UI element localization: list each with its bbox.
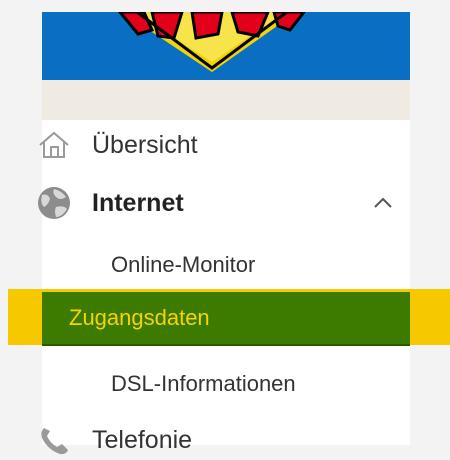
- logo-header: [42, 12, 410, 80]
- sidebar: Übersicht Internet Online-Monitor DSL-In…: [38, 12, 410, 455]
- nav-item-internet-label: Internet: [92, 188, 184, 217]
- sub-item-online-monitor-label: Online-Monitor: [111, 252, 256, 277]
- sub-item-dsl-information-label: DSL-Informationen: [111, 371, 296, 396]
- sub-item-dsl-information[interactable]: DSL-Informationen: [42, 364, 410, 404]
- globe-icon: [38, 187, 70, 219]
- phone-icon: [41, 428, 68, 455]
- sub-item-online-monitor[interactable]: Online-Monitor: [42, 245, 410, 285]
- nav-item-telephony[interactable]: Telefonie: [41, 420, 410, 460]
- brand-logo: [118, 12, 306, 72]
- home-icon: [39, 131, 69, 158]
- nav-item-internet[interactable]: Internet: [38, 183, 410, 223]
- nav-item-overview[interactable]: Übersicht: [39, 125, 410, 165]
- sub-item-access-data-label: Zugangsdaten: [69, 305, 210, 330]
- nav-item-overview-label: Übersicht: [92, 130, 198, 159]
- header-spacer: [42, 80, 410, 120]
- chevron-up-icon[interactable]: [372, 192, 394, 214]
- nav-item-telephony-label: Telefonie: [92, 425, 193, 454]
- sub-item-access-data[interactable]: Zugangsdaten: [42, 292, 410, 346]
